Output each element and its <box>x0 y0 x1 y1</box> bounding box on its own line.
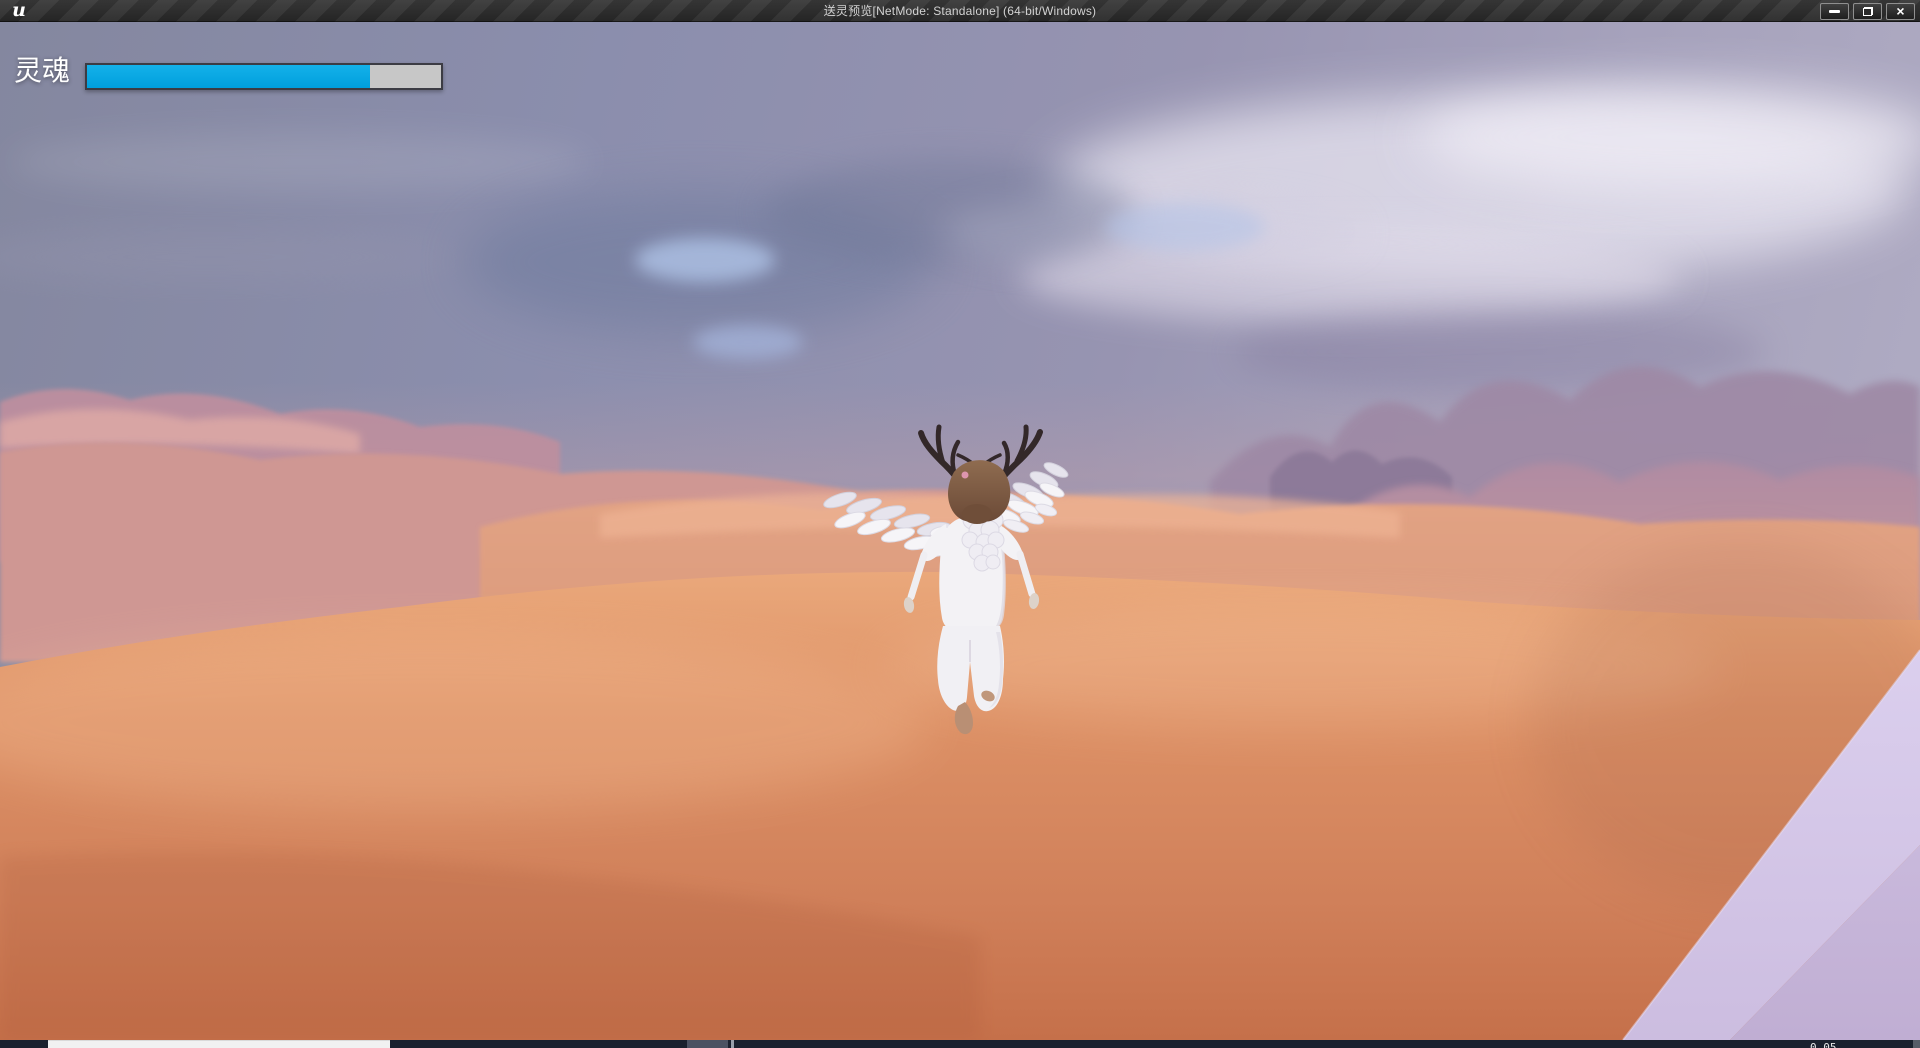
bottom-progress-fill <box>48 1040 390 1048</box>
close-button[interactable]: × <box>1886 3 1915 20</box>
bottom-scrubber-thumb[interactable] <box>687 1040 728 1048</box>
window-controls: × <box>1820 3 1915 20</box>
bottom-right-segment <box>1913 1040 1920 1048</box>
restore-button[interactable] <box>1853 3 1882 20</box>
bottom-marker-line <box>731 1040 734 1048</box>
minimize-button[interactable] <box>1820 3 1849 20</box>
app-window: u 送灵预览[NetMode: Standalone] (64-bit/Wind… <box>0 0 1920 1048</box>
title-bar[interactable]: u 送灵预览[NetMode: Standalone] (64-bit/Wind… <box>0 0 1920 22</box>
character-hair <box>948 460 1010 524</box>
minimize-icon <box>1829 10 1840 13</box>
soul-progress-bar <box>85 63 443 90</box>
restore-icon <box>1863 7 1873 16</box>
game-viewport[interactable]: 灵魂 <box>0 22 1920 1040</box>
close-icon: × <box>1896 5 1904 18</box>
scene-3d <box>0 22 1920 1040</box>
bottom-bar: 0.05 <box>0 1040 1920 1048</box>
soul-label: 灵魂 <box>14 49 70 89</box>
soul-progress-fill <box>87 65 370 88</box>
bottom-counter: 0.05 <box>1810 1041 1837 1048</box>
window-title: 送灵预览[NetMode: Standalone] (64-bit/Window… <box>0 0 1920 22</box>
hair-flower <box>962 472 969 479</box>
